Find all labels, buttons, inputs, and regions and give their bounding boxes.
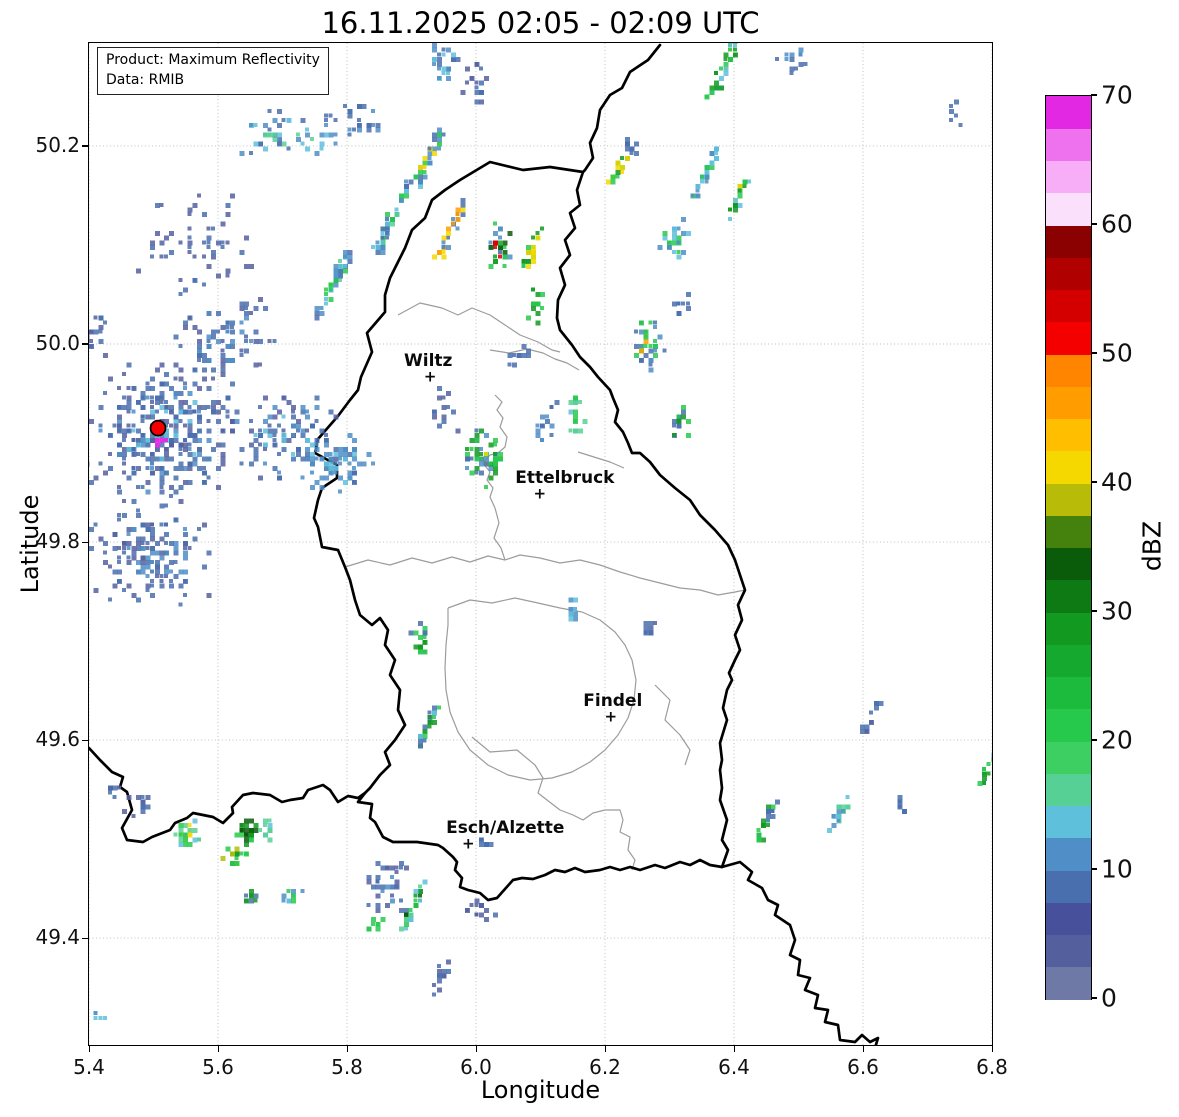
colorbar-tick-label: 20 bbox=[1101, 725, 1133, 755]
colorbar-segment bbox=[1046, 418, 1091, 452]
colorbar-segment bbox=[1046, 225, 1091, 258]
colorbar-tick-label: 40 bbox=[1101, 467, 1133, 497]
map-plot-area: Product: Maximum Reflectivity Data: RMIB… bbox=[88, 42, 993, 1046]
y-tick-mark bbox=[82, 541, 88, 543]
colorbar-tick-mark bbox=[1091, 223, 1097, 225]
district-border bbox=[577, 451, 625, 469]
colorbar-segment bbox=[1046, 321, 1091, 355]
colorbar-segment bbox=[1046, 805, 1091, 839]
colorbar-segment bbox=[1046, 902, 1091, 936]
y-tick-mark bbox=[82, 937, 88, 939]
district-border bbox=[654, 684, 691, 766]
colorbar-tick-mark bbox=[1091, 610, 1097, 612]
colorbar-segment bbox=[1046, 192, 1091, 226]
national-border bbox=[720, 860, 880, 1045]
colorbar-tick-label: 50 bbox=[1101, 338, 1133, 368]
colorbar-unit-label: dBZ bbox=[1137, 520, 1167, 572]
colorbar-tick-mark bbox=[1091, 352, 1097, 354]
x-tick-label: 6.6 bbox=[847, 1055, 879, 1079]
district-border bbox=[493, 507, 506, 561]
colorbar-segment bbox=[1046, 386, 1091, 420]
colorbar-segment bbox=[1046, 773, 1091, 807]
x-tick-mark bbox=[991, 1046, 993, 1052]
district-border bbox=[482, 394, 508, 509]
y-tick-mark bbox=[82, 343, 88, 345]
colorbar-segment bbox=[1046, 160, 1091, 194]
x-tick-mark bbox=[346, 1046, 348, 1052]
colorbar-segment bbox=[1046, 579, 1091, 613]
national-border bbox=[581, 43, 662, 174]
colorbar-tick-mark bbox=[1091, 868, 1097, 870]
colorbar-segment bbox=[1046, 96, 1091, 129]
colorbar-segment bbox=[1046, 515, 1091, 549]
colorbar-tick-label: 10 bbox=[1101, 854, 1133, 884]
colorbar-segment bbox=[1046, 870, 1091, 903]
district-border bbox=[471, 736, 636, 871]
x-tick-label: 5.8 bbox=[331, 1055, 363, 1079]
city-label: Esch/Alzette bbox=[446, 818, 565, 838]
x-tick-label: 6.4 bbox=[718, 1055, 750, 1079]
y-tick-mark bbox=[82, 739, 88, 741]
colorbar-tick-label: 0 bbox=[1101, 983, 1117, 1013]
x-tick-mark bbox=[88, 1046, 90, 1052]
colorbar-segment bbox=[1046, 257, 1091, 291]
x-tick-mark bbox=[733, 1046, 735, 1052]
colorbar-tick-label: 70 bbox=[1101, 80, 1133, 110]
x-tick-mark bbox=[217, 1046, 219, 1052]
x-tick-label: 6.8 bbox=[976, 1055, 1008, 1079]
district-border bbox=[504, 554, 746, 596]
data-source-line: Data: RMIB bbox=[106, 71, 185, 88]
colorbar-segment bbox=[1046, 741, 1091, 774]
x-tick-label: 6.0 bbox=[460, 1055, 492, 1079]
y-tick-label: 50.0 bbox=[35, 330, 80, 355]
page-title: 16.11.2025 02:05 - 02:09 UTC bbox=[321, 6, 760, 40]
y-tick-label: 50.2 bbox=[35, 132, 80, 157]
colorbar-tick-label: 30 bbox=[1101, 596, 1133, 626]
colorbar-segment bbox=[1046, 644, 1091, 678]
x-axis-label: Longitude bbox=[480, 1076, 601, 1104]
x-tick-label: 6.2 bbox=[589, 1055, 621, 1079]
radar-site-marker bbox=[149, 419, 167, 437]
colorbar-segment bbox=[1046, 289, 1091, 323]
city-label: Findel bbox=[583, 691, 643, 712]
y-tick-label: 49.4 bbox=[35, 925, 80, 950]
colorbar-segment bbox=[1046, 708, 1091, 742]
x-tick-mark bbox=[475, 1046, 477, 1052]
colorbar-segment bbox=[1046, 837, 1091, 871]
x-tick-mark bbox=[862, 1046, 864, 1052]
city-label: Wiltz bbox=[403, 350, 453, 371]
colorbar-segment bbox=[1046, 450, 1091, 484]
colorbar-segment bbox=[1046, 676, 1091, 710]
colorbar-segment bbox=[1046, 966, 1091, 1000]
product-line: Product: Maximum Reflectivity bbox=[106, 52, 320, 68]
x-tick-label: 5.4 bbox=[73, 1055, 105, 1079]
colorbar bbox=[1045, 95, 1092, 1000]
x-tick-mark bbox=[604, 1046, 606, 1052]
radar-echoes bbox=[89, 43, 992, 1020]
colorbar-tick-label: 60 bbox=[1101, 209, 1133, 239]
colorbar-segment bbox=[1046, 354, 1091, 387]
city-label: Ettelbruck bbox=[515, 467, 615, 488]
colorbar-tick-mark bbox=[1091, 997, 1097, 999]
radar-figure: 16.11.2025 02:05 - 02:09 UTC Product: Ma… bbox=[0, 0, 1179, 1117]
colorbar-tick-mark bbox=[1091, 739, 1097, 741]
colorbar-segment bbox=[1046, 483, 1091, 516]
product-info-box: Product: Maximum Reflectivity Data: RMIB bbox=[97, 47, 329, 96]
district-border bbox=[444, 597, 637, 781]
y-tick-label: 49.6 bbox=[35, 727, 80, 752]
district-border bbox=[489, 348, 580, 371]
y-tick-label: 49.8 bbox=[35, 529, 80, 554]
colorbar-segment bbox=[1046, 612, 1091, 645]
district-border bbox=[344, 555, 506, 568]
radar-map-svg bbox=[89, 43, 992, 1045]
colorbar-segment bbox=[1046, 547, 1091, 581]
x-tick-label: 5.6 bbox=[202, 1055, 234, 1079]
colorbar-segment bbox=[1046, 934, 1091, 968]
colorbar-segment bbox=[1046, 128, 1091, 162]
national-border bbox=[312, 160, 747, 902]
colorbar-tick-mark bbox=[1091, 94, 1097, 96]
colorbar-tick-mark bbox=[1091, 481, 1097, 483]
y-tick-mark bbox=[82, 145, 88, 147]
